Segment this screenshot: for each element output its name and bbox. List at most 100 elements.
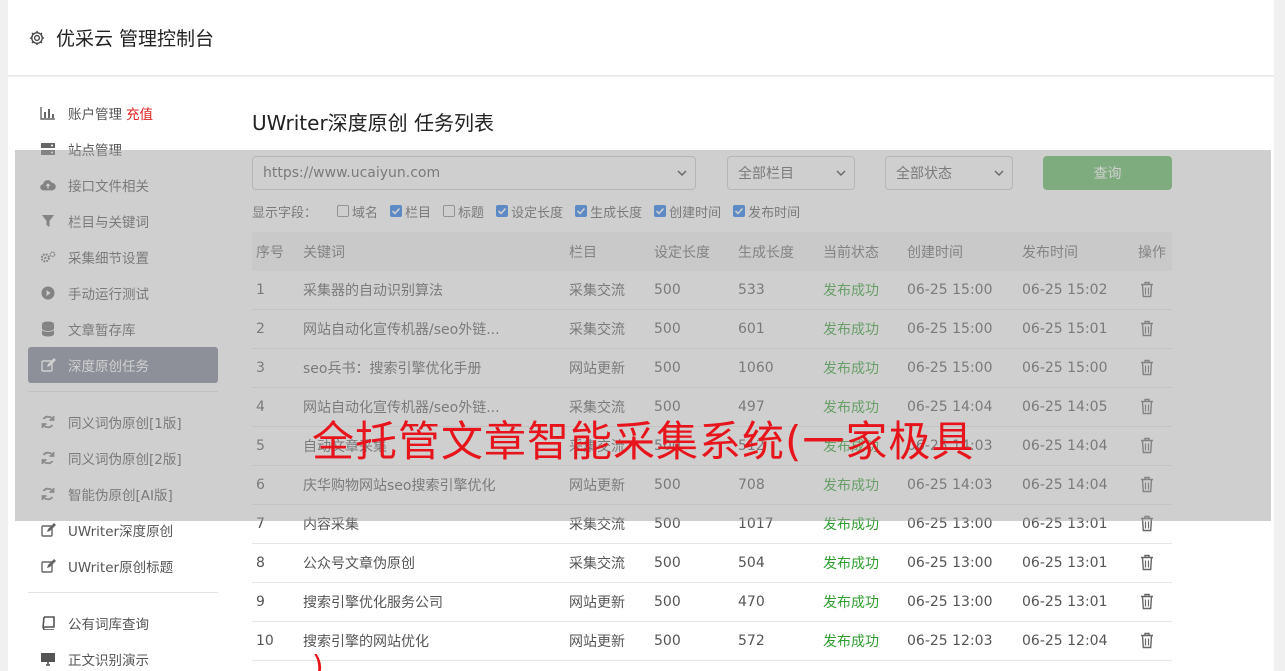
field-checkbox[interactable]: 生成长度 bbox=[575, 202, 642, 221]
recharge-link[interactable]: 充值 bbox=[126, 103, 153, 123]
table-cell: 500 bbox=[654, 516, 681, 532]
sidebar-item-label: 正文识别演示 bbox=[68, 653, 149, 669]
sidebar-item-label: 同义词伪原创[2版] bbox=[68, 452, 182, 468]
table-cell: 6 bbox=[256, 477, 265, 493]
table-cell: 06-25 14:05 bbox=[1022, 399, 1108, 415]
table-cell: 06-25 15:00 bbox=[907, 282, 993, 298]
trash-icon[interactable] bbox=[1140, 554, 1154, 575]
main-panel: 账户管理 充值站点管理接口文件相关栏目与关键词采集细节设置 手动运行测试 文章暂存库深… bbox=[8, 77, 1274, 671]
field-checkbox[interactable]: 标题 bbox=[443, 202, 484, 221]
sidebar-item[interactable]: UWriter原创标题 bbox=[28, 548, 218, 584]
field-checkbox[interactable]: 设定长度 bbox=[496, 202, 563, 221]
sidebar-item[interactable]: 账户管理 充值 bbox=[28, 95, 218, 131]
trash-icon[interactable] bbox=[1140, 281, 1154, 302]
table-cell: 采集交流 bbox=[569, 517, 625, 533]
field-checkbox[interactable]: 栏目 bbox=[390, 202, 431, 221]
filter-icon bbox=[40, 213, 56, 229]
trash-icon[interactable] bbox=[1140, 515, 1154, 536]
trash-icon[interactable] bbox=[1140, 359, 1154, 380]
site-select[interactable]: https://www.ucaiyun.com bbox=[252, 156, 696, 190]
table-cell: 发布成功 bbox=[823, 478, 879, 494]
refresh-icon bbox=[40, 450, 56, 466]
bar-chart-icon bbox=[40, 105, 56, 121]
sidebar-item[interactable]: 深度原创任务 bbox=[28, 347, 218, 383]
table-cell: 06-25 15:02 bbox=[1022, 282, 1108, 298]
field-checkbox[interactable]: 创建时间 bbox=[654, 202, 721, 221]
trash-icon[interactable] bbox=[1140, 320, 1154, 341]
checkbox-empty-icon[interactable] bbox=[443, 205, 456, 217]
table-cell: 发布成功 bbox=[823, 595, 879, 611]
database-icon bbox=[40, 321, 56, 337]
sidebar-item[interactable]: 公有词库查询 bbox=[28, 605, 218, 641]
sidebar-item[interactable]: 栏目与关键词 bbox=[28, 203, 218, 239]
table-cell: 1017 bbox=[738, 516, 774, 532]
table-row: 2 网站自动化宣传机器/seo外链... 采集交流 500 601 发布成功 06-25 1… bbox=[252, 310, 1172, 349]
table-cell: seo兵书：搜索引擎优化手册 bbox=[303, 361, 482, 377]
sidebar-item[interactable]: 正文识别演示 bbox=[28, 641, 218, 671]
table-cell: 采集交流 bbox=[569, 322, 625, 338]
field-checkbox-label: 发布时间 bbox=[748, 205, 801, 221]
status-select-value: 全部状态 bbox=[896, 166, 952, 182]
sidebar-item-label: 站点管理 bbox=[68, 143, 122, 159]
table-row: 3 seo兵书：搜索引擎优化手册 网站更新 500 1060 发布成功 06-25 15:0… bbox=[252, 349, 1172, 388]
table-cell: 500 bbox=[654, 282, 681, 298]
trash-icon[interactable] bbox=[1140, 437, 1154, 458]
checkbox-checked-icon[interactable] bbox=[654, 205, 667, 217]
checkbox-checked-icon[interactable] bbox=[390, 205, 403, 217]
sidebar-item[interactable]: 文章暂存库 bbox=[28, 311, 218, 347]
trash-icon[interactable] bbox=[1140, 632, 1154, 653]
table-cell: 06-25 12:04 bbox=[1022, 633, 1108, 649]
checkbox-checked-icon[interactable] bbox=[733, 205, 746, 217]
sidebar: 账户管理 充值站点管理接口文件相关栏目与关键词采集细节设置 手动运行测试 文章暂存库深… bbox=[28, 95, 218, 671]
sidebar-item-label: 同义词伪原创[1版] bbox=[68, 416, 182, 432]
table-cell: 3 bbox=[256, 360, 265, 376]
sidebar-item-label: 栏目与关键词 bbox=[68, 215, 149, 231]
field-checkbox[interactable]: 域名 bbox=[337, 202, 378, 221]
table-cell: 06-25 15:00 bbox=[907, 321, 993, 337]
sidebar-item[interactable]: 站点管理 bbox=[28, 131, 218, 167]
table-cell: 公众号文章伪原创 bbox=[303, 556, 415, 572]
sidebar-item[interactable]: 同义词伪原创[1版] bbox=[28, 404, 218, 440]
table-cell: 搜索引擎的网站优化 bbox=[303, 634, 429, 650]
table-cell: 采集交流 bbox=[569, 283, 625, 299]
checkbox-checked-icon[interactable] bbox=[496, 205, 509, 217]
trash-icon[interactable] bbox=[1140, 398, 1154, 419]
sidebar-item[interactable]: 接口文件相关 bbox=[28, 167, 218, 203]
table-cell: 内容采集 bbox=[303, 517, 359, 533]
chevron-down-icon bbox=[994, 170, 1004, 177]
column-select[interactable]: 全部栏目 bbox=[727, 156, 855, 190]
refresh-icon bbox=[40, 414, 56, 430]
status-select[interactable]: 全部状态 bbox=[885, 156, 1013, 190]
table-cell: 06-25 14:03 bbox=[907, 477, 993, 493]
overlay-banner-tail: ) bbox=[312, 650, 324, 671]
table-cell: 06-25 15:01 bbox=[1022, 321, 1108, 337]
field-checkbox-label: 域名 bbox=[352, 205, 379, 221]
filter-bar: https://www.ucaiyun.com 全部栏目 全部状态 查询 bbox=[252, 156, 1172, 190]
checkbox-empty-icon[interactable] bbox=[337, 205, 350, 217]
sidebar-item-label: 公有词库查询 bbox=[68, 617, 149, 633]
trash-icon[interactable] bbox=[1140, 593, 1154, 614]
sidebar-item[interactable]: 采集细节设置 bbox=[28, 239, 218, 275]
sidebar-item-label: 账户管理 bbox=[68, 107, 122, 123]
table-cell: 500 bbox=[654, 555, 681, 571]
field-checkbox[interactable]: 发布时间 bbox=[733, 202, 800, 221]
sidebar-item-label: 深度原创任务 bbox=[68, 359, 149, 375]
page-title: UWriter深度原创 任务列表 bbox=[252, 111, 495, 135]
trash-icon[interactable] bbox=[1140, 476, 1154, 497]
sidebar-item[interactable]: UWriter深度原创 bbox=[28, 512, 218, 548]
table-cell: 网站自动化宣传机器/seo外链... bbox=[303, 322, 500, 338]
sidebar-item[interactable]: 手动运行测试 bbox=[28, 275, 218, 311]
sidebar-item[interactable]: 智能伪原创[AI版] bbox=[28, 476, 218, 512]
table-cell: 06-25 13:01 bbox=[1022, 555, 1108, 571]
sidebar-divider bbox=[28, 391, 218, 392]
column-header: 操作 bbox=[1138, 244, 1166, 261]
table-cell: 06-25 12:03 bbox=[907, 633, 993, 649]
checkbox-checked-icon[interactable] bbox=[575, 205, 588, 217]
table-cell: 搜索引擎优化服务公司 bbox=[303, 595, 443, 611]
table-cell: 601 bbox=[738, 321, 765, 337]
sidebar-item[interactable]: 同义词伪原创[2版] bbox=[28, 440, 218, 476]
table-cell: 8 bbox=[256, 555, 265, 571]
table-row: 9 搜索引擎优化服务公司 网站更新 500 470 发布成功 06-25 13:00 06-2… bbox=[252, 583, 1172, 622]
column-header: 设定长度 bbox=[654, 244, 710, 261]
query-button[interactable]: 查询 bbox=[1043, 156, 1172, 190]
